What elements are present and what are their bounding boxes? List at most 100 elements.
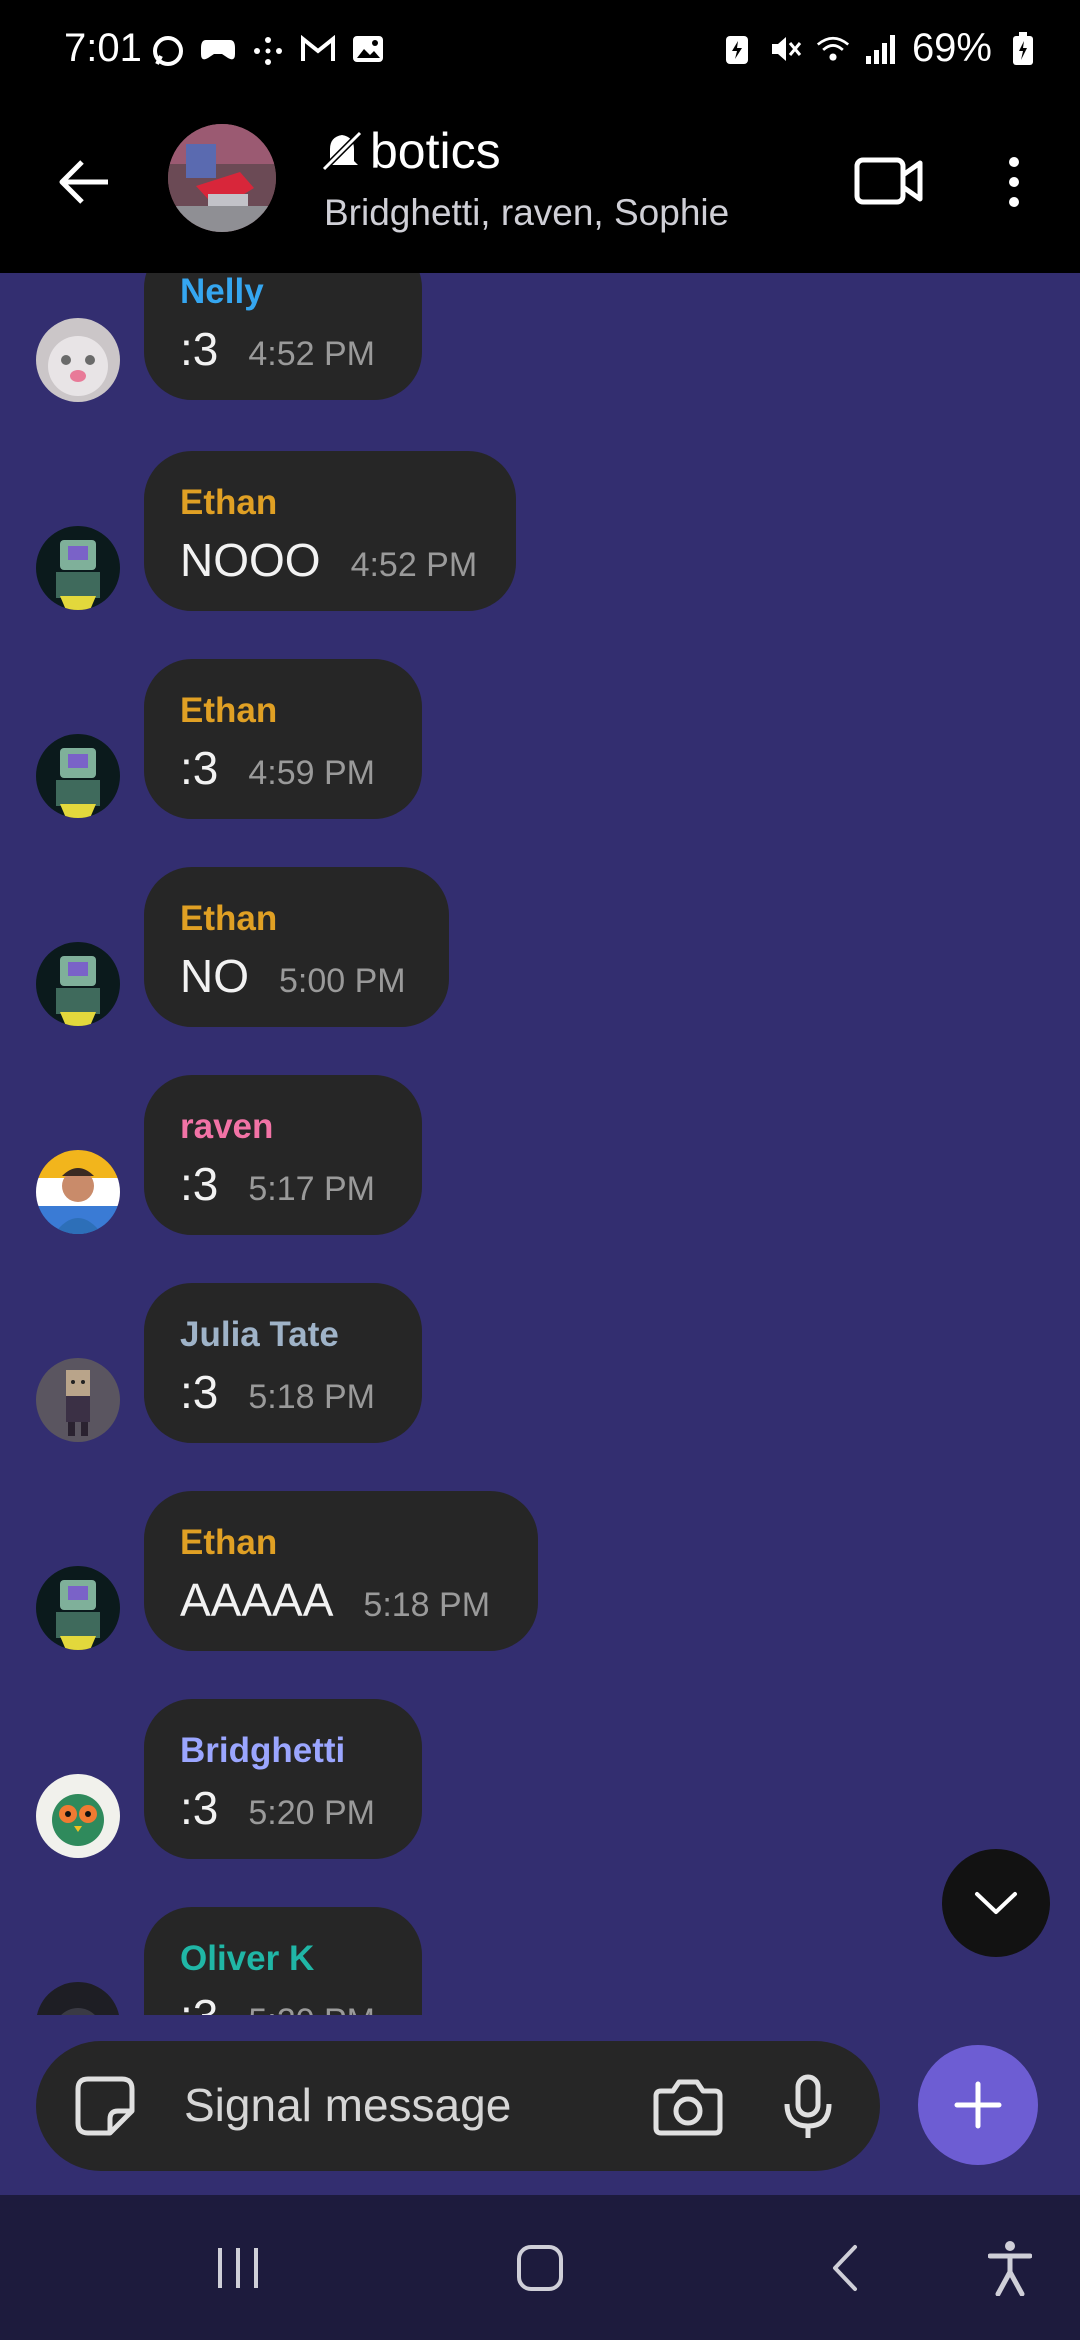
message-time: 4:52 PM — [350, 546, 478, 584]
message-time: 5:18 PM — [363, 1586, 491, 1624]
message-text: NOOO — [180, 534, 321, 586]
system-navigation-bar — [0, 2195, 1080, 2340]
title-row[interactable]: botics — [322, 122, 501, 180]
message-item: Ethan NO 5:00 PM — [0, 867, 1080, 1027]
camera-icon — [653, 2079, 723, 2136]
avatar[interactable] — [36, 1566, 120, 1650]
person-flag-avatar — [36, 1150, 120, 1234]
message-composer — [36, 2041, 880, 2171]
back-nav-button[interactable] — [804, 2233, 884, 2303]
message-list[interactable]: Nelly :3 4:52 PM Ethan NOOO 4:52 PM Ethan … — [0, 273, 1080, 2015]
message-text: :3 — [180, 742, 219, 794]
sender-name: Julia Tate — [180, 1315, 339, 1354]
game-controller-icon — [200, 34, 236, 70]
muted-bell-icon — [322, 130, 362, 172]
message-bubble[interactable]: Ethan NOOO 4:52 PM — [144, 451, 516, 611]
message-bubble[interactable]: Ethan NO 5:00 PM — [144, 867, 449, 1027]
sender-name: Ethan — [180, 691, 278, 730]
video-call-button[interactable] — [850, 148, 928, 214]
battery-percent: 69% — [911, 26, 992, 70]
cat-avatar — [36, 318, 120, 402]
sender-name: Ethan — [180, 483, 278, 522]
plus-icon — [954, 2081, 1002, 2129]
message-time: 4:52 PM — [248, 335, 375, 373]
avatar[interactable] — [36, 526, 120, 610]
sender-name: Ethan — [180, 1523, 278, 1562]
message-bubble[interactable]: Ethan :3 4:59 PM — [144, 659, 422, 819]
message-text: NO — [180, 950, 249, 1002]
message-time: 4:59 PM — [248, 754, 375, 792]
signal-app-icon — [150, 34, 186, 70]
battery-charging-icon — [1006, 31, 1040, 67]
avatar[interactable] — [36, 318, 120, 402]
sender-name: Bridghetti — [180, 1731, 346, 1770]
robot-avatar — [36, 942, 120, 1026]
composer-bar — [0, 2015, 1080, 2195]
back-button[interactable] — [48, 146, 120, 218]
conversation-title: botics — [370, 123, 501, 179]
message-bubble[interactable]: Nelly :3 4:52 PM — [144, 273, 422, 400]
message-input[interactable] — [184, 2075, 584, 2135]
camera-button[interactable] — [652, 2071, 724, 2143]
home-button[interactable] — [500, 2233, 580, 2303]
battery-saver-icon — [720, 31, 754, 67]
message-text: :3 — [180, 1989, 218, 2015]
dark-avatar — [36, 1982, 120, 2015]
avatar[interactable] — [36, 1150, 120, 1234]
message-bubble[interactable]: raven :3 5:17 PM — [144, 1075, 422, 1235]
sender-name: Nelly — [180, 273, 264, 311]
message-time: 5:20 PM — [248, 1794, 375, 1832]
message-item: Ethan NOOO 4:52 PM — [0, 451, 1080, 611]
recents-icon — [218, 2248, 258, 2288]
microphone-icon — [784, 2074, 832, 2138]
sender-name: raven — [180, 1107, 274, 1146]
message-bubble[interactable]: Julia Tate :3 5:18 PM — [144, 1283, 422, 1443]
home-icon — [517, 2245, 563, 2291]
chevron-left-icon — [833, 2245, 857, 2291]
avatar[interactable] — [36, 1774, 120, 1858]
overflow-menu-button[interactable] — [992, 146, 1036, 218]
arrow-left-icon — [59, 160, 108, 204]
status-bar: 7:01 69% — [0, 0, 1080, 110]
voice-note-button[interactable] — [778, 2071, 838, 2143]
notification-icons — [150, 34, 386, 70]
recent-apps-button[interactable] — [198, 2233, 278, 2303]
video-camera-icon — [854, 157, 923, 205]
message-item: raven :3 5:17 PM — [0, 1075, 1080, 1235]
robot-avatar — [36, 526, 120, 610]
conversation-header: botics Bridghetti, raven, Sophie — [0, 110, 1080, 273]
message-item: Julia Tate :3 5:18 PM — [0, 1283, 1080, 1443]
conversation-members: Bridghetti, raven, Sophie — [324, 192, 730, 233]
message-time: 5:18 PM — [248, 1378, 375, 1416]
message-text: AAAAA — [180, 1574, 334, 1626]
attach-button[interactable] — [918, 2045, 1038, 2165]
sticker-button[interactable] — [70, 2071, 140, 2141]
robot-avatar — [36, 1566, 120, 1650]
message-time: 5:20 PM — [248, 2002, 375, 2015]
accessibility-button[interactable] — [970, 2233, 1050, 2303]
message-text: :3 — [180, 1366, 219, 1418]
gmail-icon — [300, 34, 336, 70]
message-item: Nelly :3 4:52 PM — [0, 273, 1080, 402]
message-bubble[interactable]: Ethan AAAAA 5:18 PM — [144, 1491, 538, 1651]
avatar[interactable] — [36, 942, 120, 1026]
message-text: :3 — [180, 1158, 219, 1210]
message-bubble[interactable]: Oliver K :3 5:20 PM — [144, 1907, 422, 2015]
more-vertical-icon — [1009, 157, 1019, 207]
avatar[interactable] — [36, 1358, 120, 1442]
message-bubble[interactable]: Bridghetti :3 5:20 PM — [144, 1699, 422, 1859]
message-item: Oliver K :3 5:20 PM — [0, 1907, 1080, 2015]
message-text: :3 — [180, 323, 219, 375]
cell-signal-icon — [864, 31, 898, 67]
message-item: Ethan AAAAA 5:18 PM — [0, 1491, 1080, 1651]
message-text: :3 — [180, 1782, 219, 1834]
avatar[interactable] — [36, 1982, 120, 2015]
group-avatar[interactable] — [168, 124, 276, 232]
group-photo — [168, 124, 276, 232]
accessibility-icon — [988, 2241, 1032, 2296]
message-time: 5:17 PM — [248, 1170, 375, 1208]
avatar[interactable] — [36, 734, 120, 818]
scroll-to-bottom-button[interactable] — [942, 1849, 1050, 1957]
wifi-icon — [816, 31, 850, 67]
status-time: 7:01 — [64, 26, 142, 70]
